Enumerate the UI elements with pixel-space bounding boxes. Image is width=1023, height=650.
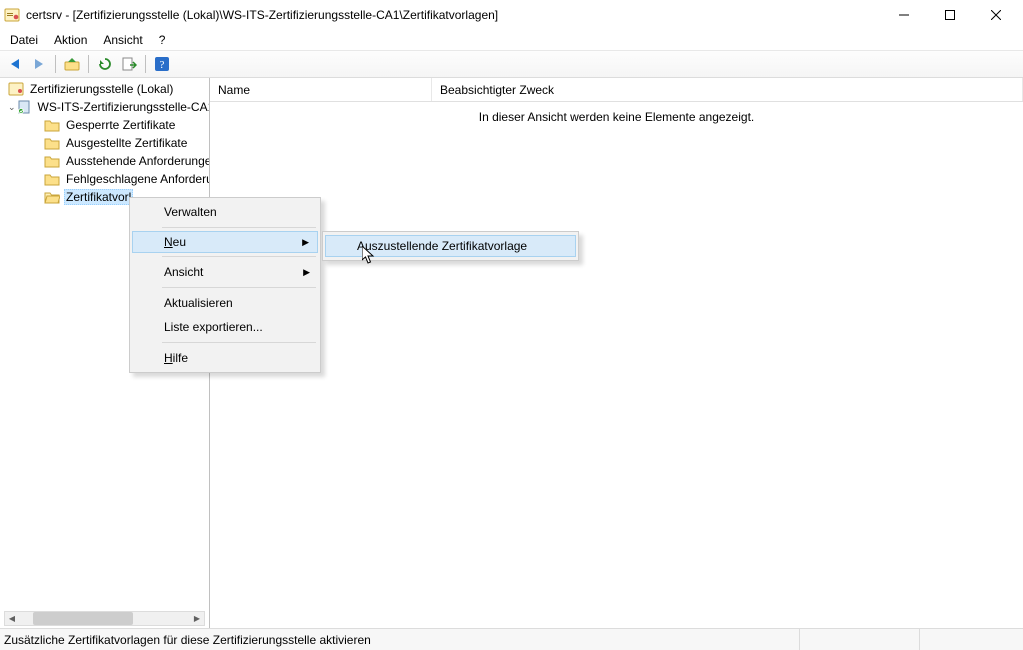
ctx-label: Verwalten: [164, 205, 217, 219]
tree-label: WS-ITS-Zertifizierungsstelle-CA1: [36, 100, 210, 114]
menu-help[interactable]: ?: [151, 31, 174, 49]
tree-revoked[interactable]: Gesperrte Zertifikate: [0, 116, 209, 134]
ctx-label: Auszustellende Zertifikatvorlage: [357, 239, 527, 253]
export-list-icon: [121, 56, 137, 72]
toolbar-forward-button[interactable]: [28, 53, 50, 75]
list-pane: Name Beabsichtigter Zweck In dieser Ansi…: [210, 78, 1023, 628]
back-arrow-icon: [7, 56, 23, 72]
ctx-new[interactable]: Neu ▶: [132, 231, 318, 253]
scroll-left-icon[interactable]: ◀: [5, 614, 19, 623]
folder-open-icon: [44, 189, 60, 205]
status-cell: [799, 629, 919, 650]
ca-root-icon: [8, 81, 24, 97]
folder-icon: [44, 135, 60, 151]
menu-view[interactable]: Ansicht: [95, 31, 150, 49]
empty-list-message: In dieser Ansicht werden keine Elemente …: [479, 110, 755, 124]
ctx-view[interactable]: Ansicht ▶: [132, 260, 318, 284]
tree-pending[interactable]: Ausstehende Anforderungen: [0, 152, 209, 170]
folder-icon: [44, 171, 60, 187]
ctx-export-list[interactable]: Liste exportieren...: [132, 315, 318, 339]
tree-label: Zertifikatvorl: [64, 189, 133, 205]
context-submenu: Auszustellende Zertifikatvorlage: [322, 231, 579, 261]
column-header-purpose[interactable]: Beabsichtigter Zweck: [432, 78, 1023, 101]
ctx-help[interactable]: Hilfe: [132, 346, 318, 370]
maximize-button[interactable]: [927, 0, 973, 30]
ctx-label: Hilfe: [164, 351, 188, 365]
toolbar-back-button[interactable]: [4, 53, 26, 75]
toolbar-help-button[interactable]: ?: [151, 53, 173, 75]
status-cell: [919, 629, 1019, 650]
svg-text:?: ?: [160, 59, 165, 71]
ctx-label: Neu: [164, 235, 186, 249]
tree-label: Gesperrte Zertifikate: [64, 118, 177, 132]
toolbar-separator: [55, 55, 56, 73]
ctx-label: Liste exportieren...: [164, 320, 263, 334]
horizontal-scrollbar[interactable]: ◀ ▶: [4, 611, 205, 626]
toolbar-separator: [88, 55, 89, 73]
ctx-label: Ansicht: [164, 265, 203, 279]
tree-root[interactable]: Zertifizierungsstelle (Lokal): [0, 80, 209, 98]
ctx-label: Aktualisieren: [164, 296, 233, 310]
tree-label: Fehlgeschlagene Anforderungen: [64, 172, 210, 186]
statusbar: Zusätzliche Zertifikatvorlagen für diese…: [0, 628, 1023, 650]
submenu-arrow-icon: ▶: [302, 237, 309, 248]
ctx-refresh[interactable]: Aktualisieren: [132, 291, 318, 315]
ctx-manage[interactable]: Verwalten: [132, 200, 318, 224]
menu-action[interactable]: Aktion: [46, 31, 95, 49]
menu-file[interactable]: Datei: [2, 31, 46, 49]
toolbar-refresh-button[interactable]: [94, 53, 116, 75]
menu-separator: [162, 287, 316, 288]
window-title: certsrv - [Zertifizierungsstelle (Lokal)…: [26, 8, 881, 22]
tree-label: Ausstehende Anforderungen: [64, 154, 210, 168]
status-text: Zusätzliche Zertifikatvorlagen für diese…: [4, 633, 799, 647]
menu-separator: [162, 342, 316, 343]
server-icon: [16, 99, 32, 115]
list-body: In dieser Ansicht werden keine Elemente …: [210, 102, 1023, 628]
tree-label: Zertifizierungsstelle (Lokal): [28, 82, 175, 96]
refresh-icon: [97, 56, 113, 72]
toolbar-up-button[interactable]: [61, 53, 83, 75]
menubar: Datei Aktion Ansicht ?: [0, 30, 1023, 50]
help-icon: ?: [154, 56, 170, 72]
list-header: Name Beabsichtigter Zweck: [210, 78, 1023, 102]
expander-icon[interactable]: ⌄: [8, 102, 16, 113]
close-button[interactable]: [973, 0, 1019, 30]
tree-ca[interactable]: ⌄ WS-ITS-Zertifizierungsstelle-CA1: [0, 98, 209, 116]
submenu-arrow-icon: ▶: [303, 267, 310, 278]
scrollbar-thumb[interactable]: [33, 612, 133, 625]
menu-separator: [162, 227, 316, 228]
app-icon: [4, 7, 20, 23]
toolbar-export-button[interactable]: [118, 53, 140, 75]
titlebar: certsrv - [Zertifizierungsstelle (Lokal)…: [0, 0, 1023, 30]
folder-icon: [44, 117, 60, 133]
up-folder-icon: [64, 56, 80, 72]
toolbar-separator: [145, 55, 146, 73]
window-controls: [881, 0, 1019, 30]
folder-icon: [44, 153, 60, 169]
toolbar: ?: [0, 50, 1023, 78]
menu-separator: [162, 256, 316, 257]
tree-failed[interactable]: Fehlgeschlagene Anforderungen: [0, 170, 209, 188]
scroll-right-icon[interactable]: ▶: [190, 614, 204, 623]
context-menu: Verwalten Neu ▶ Ansicht ▶ Aktualisieren …: [129, 197, 321, 373]
forward-arrow-icon: [31, 56, 47, 72]
tree: Zertifizierungsstelle (Lokal) ⌄ WS-ITS-Z…: [0, 80, 209, 206]
column-header-name[interactable]: Name: [210, 78, 432, 101]
ctx-template-to-issue[interactable]: Auszustellende Zertifikatvorlage: [325, 235, 576, 257]
tree-label: Ausgestellte Zertifikate: [64, 136, 189, 150]
tree-issued[interactable]: Ausgestellte Zertifikate: [0, 134, 209, 152]
minimize-button[interactable]: [881, 0, 927, 30]
